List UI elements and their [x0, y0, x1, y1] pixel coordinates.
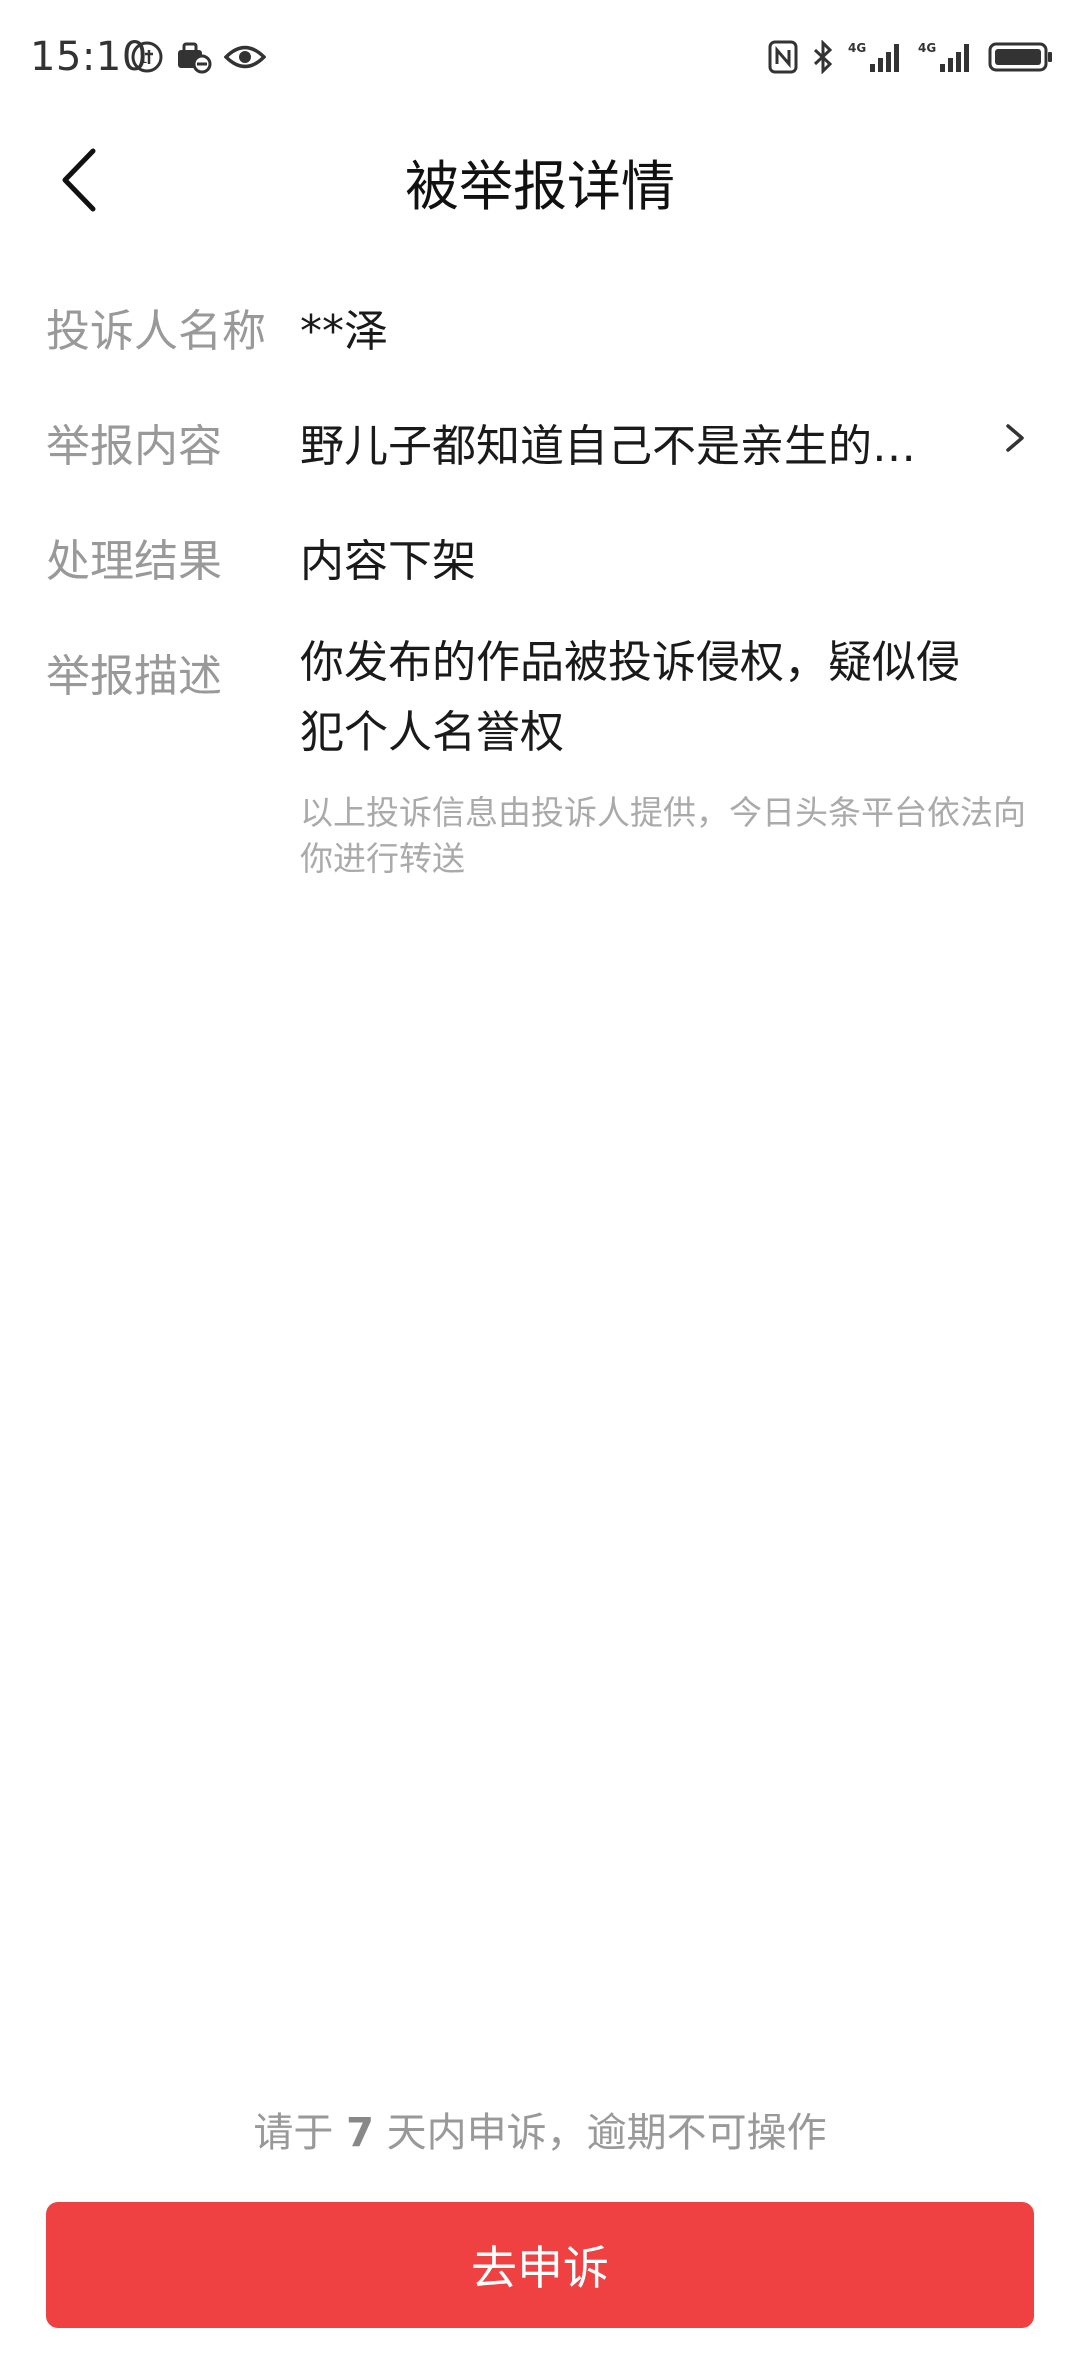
status-right-icons: 4G 4G: [768, 39, 1054, 78]
description-label: 举报描述: [46, 651, 222, 702]
report-content-value: 野儿子都知道自己不是亲生的…: [300, 421, 916, 472]
complainant-value: **泽: [300, 306, 388, 357]
vpn-icon: [176, 40, 212, 78]
status-left-icons: 1: [130, 40, 267, 78]
description-value: 你发布的作品被投诉侵权，疑似侵犯个人名誉权: [300, 637, 960, 758]
signal-4g-1-icon: 4G: [848, 40, 904, 78]
result-value: 内容下架: [300, 536, 476, 587]
header: 被举报详情: [0, 120, 1080, 240]
complainant-label: 投诉人名称: [46, 306, 266, 357]
appeal-days: 7: [346, 2110, 374, 2156]
svg-text:4G: 4G: [918, 41, 936, 55]
nfc-icon: [768, 40, 798, 78]
description-note: 以上投诉信息由投诉人提供，今日头条平台依法向你进行转送: [300, 793, 1026, 878]
bluetooth-icon: [812, 39, 834, 78]
appeal-notice-prefix: 请于: [253, 2110, 347, 2156]
signal-4g-2-icon: 4G: [918, 40, 974, 78]
svg-text:4G: 4G: [848, 41, 866, 55]
eye-icon: [223, 42, 267, 76]
report-content-row[interactable]: 举报内容 野儿子都知道自己不是亲生的…: [0, 410, 1080, 480]
result-label: 处理结果: [46, 536, 222, 587]
appeal-notice: 请于 7 天内申诉，逾期不可操作: [0, 2100, 1080, 2158]
page-title: 被举报详情: [405, 155, 675, 218]
chevron-right-icon: [994, 418, 1034, 458]
battery-icon: [988, 40, 1054, 78]
status-bar: 15:10 1 4G 4G: [0, 0, 1080, 120]
report-content-label: 举报内容: [46, 421, 222, 472]
appeal-button[interactable]: 去申诉: [46, 2202, 1034, 2328]
usb-debug-icon: 1: [130, 40, 164, 78]
appeal-notice-suffix: 天内申诉，逾期不可操作: [373, 2110, 827, 2156]
